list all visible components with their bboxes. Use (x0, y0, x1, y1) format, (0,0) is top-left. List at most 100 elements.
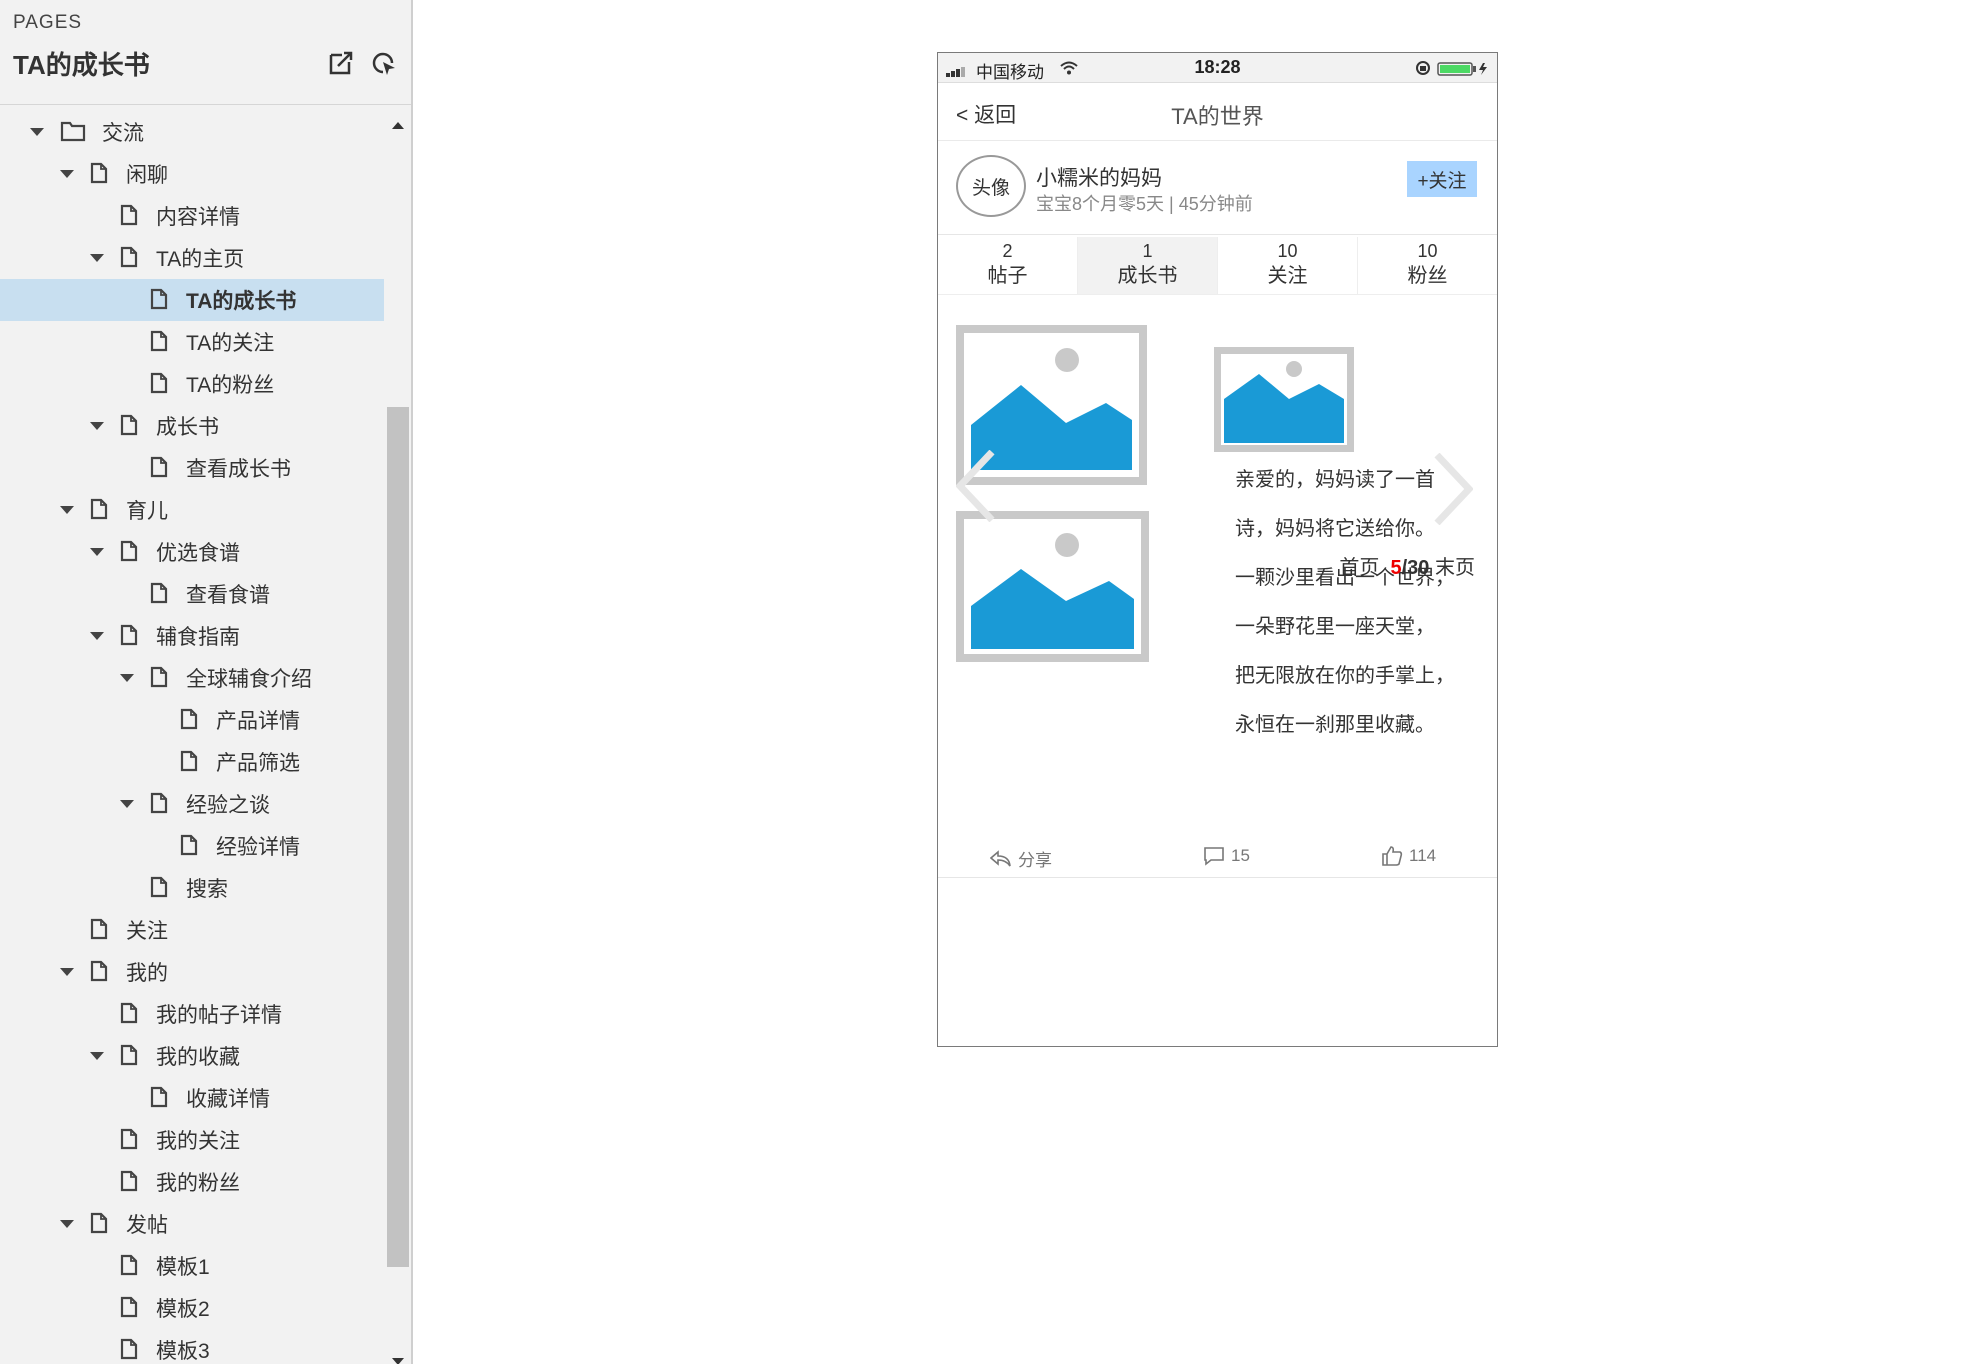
tree-item[interactable]: 产品详情 (0, 699, 384, 741)
page-icon (120, 204, 140, 228)
tree-item[interactable]: 我的帖子详情 (0, 993, 384, 1035)
page-icon (90, 918, 110, 942)
stat-tab[interactable]: 10 粉丝 (1358, 237, 1497, 294)
tree-item-label: 我的 (126, 962, 168, 985)
tree-item-label: 经验之谈 (186, 794, 270, 817)
carousel-next-icon[interactable] (1433, 452, 1474, 530)
tree-item-label: 关注 (126, 920, 168, 943)
poem-line: 一朵野花里一座天堂， (1235, 616, 1435, 638)
expand-arrow-icon[interactable] (58, 504, 76, 516)
poem-line: 把无限放在你的手掌上， (1235, 665, 1455, 687)
tree-item[interactable]: 辅食指南 (0, 615, 384, 657)
pager-last-link[interactable]: 末页 (1435, 557, 1475, 579)
avatar[interactable]: 头像 (956, 155, 1026, 217)
page-icon (150, 1086, 170, 1110)
page-icon (120, 540, 140, 564)
tree-item-label: 搜索 (186, 878, 228, 901)
tree-item[interactable]: 内容详情 (0, 195, 384, 237)
page-tree: 交流 闲聊内容详情 TA的主页 TA的成长书 TA的关注 TA的粉丝 成长书查看成长书育儿优… (0, 111, 384, 1364)
expand-arrow-icon[interactable] (28, 126, 46, 138)
user-meta: 宝宝8个月零5天 | 45分钟前 (1036, 194, 1253, 214)
pagination: 首页 5/30 末页 (1339, 551, 1475, 580)
post-actions-bar: 分享 15 114 (938, 838, 1497, 878)
stat-label: 成长书 (1117, 265, 1178, 287)
carousel-prev-icon[interactable] (955, 449, 996, 527)
scrollbar-thumb[interactable] (387, 407, 409, 1267)
expand-arrow-icon[interactable] (58, 1218, 76, 1230)
page-settings-icon[interactable] (370, 50, 396, 76)
expand-arrow-icon[interactable] (58, 966, 76, 978)
tree-item[interactable]: 全球辅食介绍 (0, 657, 384, 699)
expand-arrow-icon[interactable] (118, 798, 136, 810)
tree-item[interactable]: 收藏详情 (0, 1077, 384, 1119)
tree-item[interactable]: 模板3 (0, 1329, 384, 1364)
tree-item[interactable]: 我的关注 (0, 1119, 384, 1161)
tree-item[interactable]: 查看食谱 (0, 573, 384, 615)
like-button[interactable]: 114 (1381, 846, 1436, 866)
tree-item[interactable]: 发帖 (0, 1203, 384, 1245)
tree-item[interactable]: 关注 (0, 909, 384, 951)
tree-item[interactable]: 优选食谱 (0, 531, 384, 573)
tree-item[interactable]: 产品筛选 (0, 741, 384, 783)
tree-item-label: 查看成长书 (186, 458, 291, 481)
status-bar: 中国移动 18:28 (938, 53, 1497, 83)
user-name[interactable]: 小糯米的妈妈 (1036, 162, 1162, 192)
tree-item[interactable]: 育儿 (0, 489, 384, 531)
page-icon (120, 1254, 140, 1278)
stat-tab[interactable]: 2 帖子 (938, 237, 1078, 294)
stat-tab[interactable]: 10 关注 (1218, 237, 1358, 294)
tree-item[interactable]: 我的收藏 (0, 1035, 384, 1077)
tree-item-label: TA的成长书 (186, 290, 297, 313)
tree-item[interactable]: TA的主页 (0, 237, 384, 279)
share-button[interactable]: 分享 (990, 846, 1052, 871)
add-page-icon[interactable] (328, 50, 354, 76)
tree-item[interactable]: 模板2 (0, 1287, 384, 1329)
tree-item[interactable]: TA的成长书 (0, 279, 384, 321)
expand-arrow-icon[interactable] (58, 168, 76, 180)
page-icon (120, 1002, 140, 1026)
page-icon (150, 876, 170, 900)
follow-button[interactable]: +关注 (1407, 161, 1477, 197)
tree-item-label: 辅食指南 (156, 626, 240, 649)
comment-button[interactable]: 15 (1203, 846, 1250, 866)
image-placeholder[interactable] (1214, 347, 1354, 452)
expand-arrow-icon[interactable] (88, 420, 106, 432)
tree-item[interactable]: 模板1 (0, 1245, 384, 1287)
pager-current: 5 (1390, 557, 1402, 579)
page-icon (120, 624, 140, 648)
stat-count: 2 (1002, 241, 1013, 261)
expand-arrow-icon[interactable] (88, 1050, 106, 1062)
tree-item[interactable]: 我的 (0, 951, 384, 993)
tree-item[interactable]: 查看成长书 (0, 447, 384, 489)
expand-arrow-icon[interactable] (118, 672, 136, 684)
expand-arrow-icon[interactable] (88, 546, 106, 558)
expand-arrow-icon[interactable] (88, 630, 106, 642)
tree-item[interactable]: 交流 (0, 111, 384, 153)
user-profile-card: 头像 小糯米的妈妈 宝宝8个月零5天 | 45分钟前 +关注 (938, 141, 1497, 235)
expand-arrow-icon[interactable] (88, 252, 106, 264)
stat-label: 关注 (1267, 265, 1308, 287)
image-placeholder[interactable] (956, 511, 1149, 662)
page-icon (150, 330, 170, 354)
tree-item[interactable]: 闲聊 (0, 153, 384, 195)
tree-item[interactable]: TA的粉丝 (0, 363, 384, 405)
nav-bar: < 返回 TA的世界 (938, 83, 1497, 141)
scroll-up-arrow-icon[interactable] (391, 117, 405, 129)
tree-item[interactable]: TA的关注 (0, 321, 384, 363)
scroll-down-arrow-icon[interactable] (391, 1354, 405, 1364)
page-icon (90, 498, 110, 522)
tree-item[interactable]: 经验详情 (0, 825, 384, 867)
tree-item[interactable]: 我的粉丝 (0, 1161, 384, 1203)
tree-item-label: 收藏详情 (186, 1088, 270, 1111)
tree-item[interactable]: 成长书 (0, 405, 384, 447)
tree-item-label: TA的主页 (156, 248, 245, 271)
tree-item-label: 内容详情 (156, 206, 240, 229)
stat-tab[interactable]: 1 成长书 (1078, 237, 1218, 294)
tree-item[interactable]: 搜索 (0, 867, 384, 909)
stat-count: 10 (1417, 241, 1438, 261)
tree-item-label: 我的关注 (156, 1130, 240, 1153)
page-icon (120, 1128, 140, 1152)
tree-item-label: 我的收藏 (156, 1046, 240, 1069)
tree-item[interactable]: 经验之谈 (0, 783, 384, 825)
pager-first-link[interactable]: 首页 (1339, 557, 1379, 579)
